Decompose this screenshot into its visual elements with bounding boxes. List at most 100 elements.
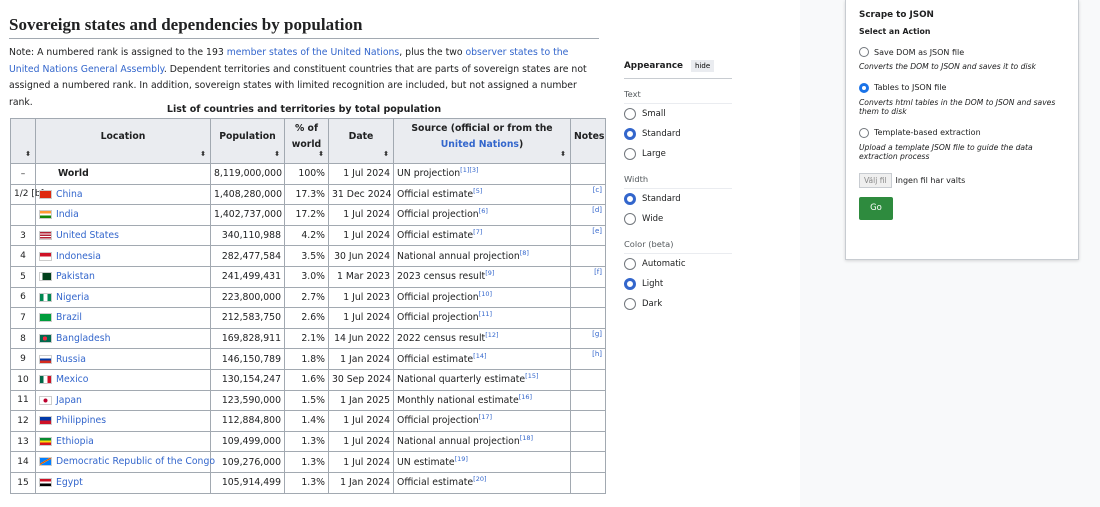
link-un-member-states[interactable]: member states of the United Nations bbox=[227, 47, 400, 58]
reference-link[interactable]: [16] bbox=[519, 393, 532, 401]
country-link[interactable]: China bbox=[56, 189, 83, 200]
reference-link[interactable]: [14] bbox=[473, 352, 486, 360]
notes-cell[interactable] bbox=[570, 245, 606, 267]
appearance-panel: Appearance hide Text Small Standard Large … bbox=[624, 58, 732, 314]
country-link[interactable]: Mexico bbox=[56, 374, 88, 385]
header-location[interactable]: Location ⬍ bbox=[35, 118, 211, 164]
reference-link[interactable]: [9] bbox=[485, 269, 494, 277]
notes-cell[interactable]: [f] bbox=[570, 265, 606, 288]
header-rank[interactable]: ⬍ bbox=[10, 118, 36, 164]
color-group-label: Color (beta) bbox=[624, 239, 732, 254]
reference-link[interactable]: [19] bbox=[455, 455, 468, 463]
reference-link[interactable]: [20] bbox=[473, 475, 486, 483]
width-option[interactable]: Wide bbox=[624, 209, 732, 229]
link-united-nations[interactable]: United Nations bbox=[441, 139, 519, 150]
radio-button[interactable] bbox=[624, 258, 636, 270]
radio-button[interactable] bbox=[624, 148, 636, 160]
action-option[interactable]: Tables to JSON file bbox=[859, 82, 1065, 93]
radio-button[interactable] bbox=[624, 213, 636, 225]
flag-icon bbox=[39, 210, 52, 220]
reference-link[interactable]: [12] bbox=[485, 331, 498, 339]
action-option[interactable]: Save DOM as JSON file bbox=[859, 47, 1065, 57]
hide-button[interactable]: hide bbox=[691, 59, 715, 72]
header-source[interactable]: Source (official or from the United Nati… bbox=[393, 118, 571, 164]
radio-button[interactable] bbox=[859, 47, 869, 57]
location-cell: Mexico bbox=[35, 368, 211, 391]
radio-button[interactable] bbox=[624, 278, 636, 290]
color-option[interactable]: Light bbox=[624, 274, 732, 294]
reference-link[interactable]: [8] bbox=[520, 249, 529, 257]
table-row: 12 Philippines 112,884,800 1.4% 1 Jul 2024 Of… bbox=[10, 410, 606, 432]
header-population[interactable]: Population ⬍ bbox=[210, 118, 285, 164]
country-link[interactable]: Brazil bbox=[56, 312, 82, 323]
notes-cell[interactable]: [e] bbox=[570, 224, 606, 247]
sort-icon[interactable]: ⬍ bbox=[25, 146, 31, 162]
population-cell: 123,590,000 bbox=[210, 389, 285, 412]
country-link[interactable]: Nigeria bbox=[56, 292, 89, 303]
reference-link[interactable]: [5] bbox=[473, 187, 482, 195]
country-link[interactable]: Indonesia bbox=[56, 251, 101, 262]
country-link[interactable]: Bangladesh bbox=[56, 333, 111, 344]
notes-cell[interactable] bbox=[570, 389, 606, 412]
go-button[interactable]: Go bbox=[859, 196, 893, 220]
notes-cell[interactable]: [c] bbox=[570, 183, 606, 206]
sort-icon[interactable]: ⬍ bbox=[383, 146, 389, 162]
reference-link[interactable]: [10] bbox=[479, 290, 492, 298]
source-text: Official projection bbox=[397, 312, 479, 324]
radio-button[interactable] bbox=[624, 298, 636, 310]
reference-link[interactable]: [7] bbox=[473, 228, 482, 236]
radio-button[interactable] bbox=[624, 128, 636, 140]
country-link[interactable]: Ethiopia bbox=[56, 436, 94, 447]
action-option[interactable]: Template-based extraction bbox=[859, 127, 1065, 138]
sort-icon[interactable]: ⬍ bbox=[560, 146, 566, 162]
notes-cell[interactable] bbox=[570, 163, 606, 185]
country-link[interactable]: Pakistan bbox=[56, 271, 95, 282]
sort-icon[interactable]: ⬍ bbox=[274, 146, 280, 162]
country-link[interactable]: Japan bbox=[56, 395, 82, 406]
source-cell: Official estimate[14] bbox=[393, 348, 571, 370]
reference-link[interactable]: [17] bbox=[479, 413, 492, 421]
sort-icon[interactable]: ⬍ bbox=[200, 146, 206, 162]
reference-link[interactable]: [18] bbox=[520, 434, 533, 442]
reference-link[interactable]: [11] bbox=[479, 310, 492, 318]
text-size-option[interactable]: Small bbox=[624, 104, 732, 124]
color-option[interactable]: Automatic bbox=[624, 254, 732, 274]
text-size-option[interactable]: Large bbox=[624, 144, 732, 164]
country-link[interactable]: United States bbox=[56, 230, 119, 241]
notes-cell[interactable] bbox=[570, 307, 606, 329]
country-link[interactable]: Russia bbox=[56, 354, 86, 365]
radio-button[interactable] bbox=[859, 82, 869, 93]
rank-cell: 15 bbox=[10, 471, 36, 494]
choose-file-button[interactable]: Välj fil bbox=[859, 172, 892, 188]
sort-icon[interactable]: ⬍ bbox=[318, 146, 324, 162]
notes-cell[interactable]: [g] bbox=[570, 327, 606, 350]
source-cell: Official projection[6] bbox=[393, 204, 571, 226]
reference-link[interactable]: [6] bbox=[479, 207, 488, 215]
source-cell: Monthly national estimate[16] bbox=[393, 389, 571, 412]
country-link[interactable]: Egypt bbox=[56, 477, 83, 488]
location-cell: Brazil bbox=[35, 307, 211, 329]
radio-button[interactable] bbox=[624, 193, 636, 205]
radio-button[interactable] bbox=[859, 127, 869, 138]
width-option[interactable]: Standard bbox=[624, 189, 732, 209]
header-date[interactable]: Date ⬍ bbox=[328, 118, 394, 164]
notes-cell[interactable]: [h] bbox=[570, 348, 606, 370]
reference-link[interactable]: [1][3] bbox=[460, 166, 478, 174]
header-percent[interactable]: % of world ⬍ bbox=[284, 118, 329, 164]
notes-cell[interactable] bbox=[570, 286, 606, 309]
text-size-option[interactable]: Standard bbox=[624, 124, 732, 144]
notes-cell[interactable] bbox=[570, 430, 606, 453]
country-link[interactable]: Philippines bbox=[56, 415, 106, 426]
country-link[interactable]: Democratic Republic of the Congo bbox=[56, 456, 215, 467]
country-link[interactable]: India bbox=[56, 209, 79, 220]
color-option[interactable]: Dark bbox=[624, 294, 732, 314]
notes-cell[interactable]: [d] bbox=[570, 204, 606, 226]
notes-cell[interactable] bbox=[570, 471, 606, 494]
color-option-label: Light bbox=[642, 279, 664, 289]
notes-cell[interactable] bbox=[570, 451, 606, 473]
date-cell: 1 Jan 2024 bbox=[328, 348, 394, 370]
notes-cell[interactable] bbox=[570, 410, 606, 432]
radio-button[interactable] bbox=[624, 108, 636, 120]
notes-cell[interactable] bbox=[570, 368, 606, 391]
reference-link[interactable]: [15] bbox=[525, 372, 538, 380]
